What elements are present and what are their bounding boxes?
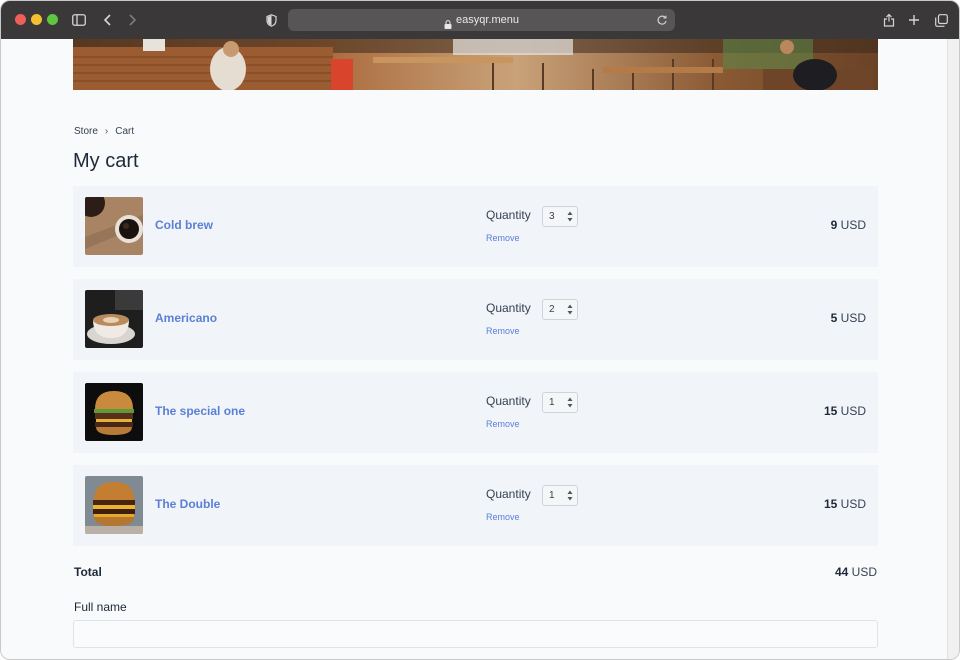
updown-arrows-icon [567,211,573,222]
updown-arrows-icon [567,397,573,408]
quantity-label: Quantity [486,394,531,408]
new-tab-icon[interactable] [904,10,924,30]
remove-link[interactable]: Remove [486,419,520,429]
breadcrumb-store-link[interactable]: Store [74,126,98,137]
quantity-value: 1 [549,397,555,408]
quantity-value: 1 [549,490,555,501]
address-bar[interactable]: easyqr.menu [288,9,675,31]
cart-item: The special one Quantity 1 Remove 15 USD [73,372,878,453]
item-price: 15 USD [823,404,866,418]
item-name-link[interactable]: Cold brew [155,218,213,232]
quantity-label: Quantity [486,301,531,315]
remove-link[interactable]: Remove [486,326,520,336]
hero-banner-image [73,39,878,90]
quantity-select[interactable]: 1 [542,392,578,413]
breadcrumb: Store › Cart [74,126,134,137]
close-window-button[interactable] [15,14,26,25]
item-price: 9 USD [830,218,866,232]
breadcrumb-cart: Cart [115,126,135,137]
cart-item: Americano Quantity 2 Remove 5 USD [73,279,878,360]
quantity-value: 2 [549,304,555,315]
item-name-link[interactable]: Americano [155,311,217,325]
quantity-select[interactable]: 2 [542,299,578,320]
browser-window: easyqr.menu Store › Cart My cart Cold br… [0,0,960,660]
item-price: 15 USD [823,497,866,511]
lock-icon [444,16,452,29]
cart-item: Cold brew Quantity 3 Remove 9 USD [73,186,878,267]
total-label: Total [74,565,102,579]
remove-link[interactable]: Remove [486,233,520,243]
back-icon[interactable] [97,10,117,30]
remove-link[interactable]: Remove [486,512,520,522]
page-title: My cart [73,150,139,172]
sidebar-toggle-icon[interactable] [69,10,89,30]
reload-icon[interactable] [655,13,669,27]
page-scrollbar[interactable] [947,39,959,659]
item-name-link[interactable]: The special one [155,404,245,418]
item-price: 5 USD [830,311,866,325]
share-icon[interactable] [879,10,899,30]
updown-arrows-icon [567,490,573,501]
full-name-label: Full name [74,600,127,614]
updown-arrows-icon [567,304,573,315]
tab-overview-icon[interactable] [931,10,951,30]
full-name-input[interactable] [73,620,878,648]
quantity-value: 3 [549,211,555,222]
quantity-select[interactable]: 1 [542,485,578,506]
zoom-window-button[interactable] [47,14,58,25]
minimize-window-button[interactable] [31,14,42,25]
url-text: easyqr.menu [456,14,519,26]
breadcrumb-separator: › [104,126,109,137]
cold-brew-image [85,197,143,255]
special-burger-image [85,383,143,441]
item-name-link[interactable]: The Double [155,497,220,511]
privacy-shield-icon[interactable] [261,10,281,30]
quantity-label: Quantity [486,208,531,222]
page-content: Store › Cart My cart Cold brew Quantity … [1,39,949,659]
forward-icon[interactable] [123,10,143,30]
quantity-label: Quantity [486,487,531,501]
double-burger-image [85,476,143,534]
total-value: 44 USD [834,565,877,579]
americano-image [85,290,143,348]
browser-toolbar: easyqr.menu [1,1,959,39]
cart-item: The Double Quantity 1 Remove 15 USD [73,465,878,546]
quantity-select[interactable]: 3 [542,206,578,227]
